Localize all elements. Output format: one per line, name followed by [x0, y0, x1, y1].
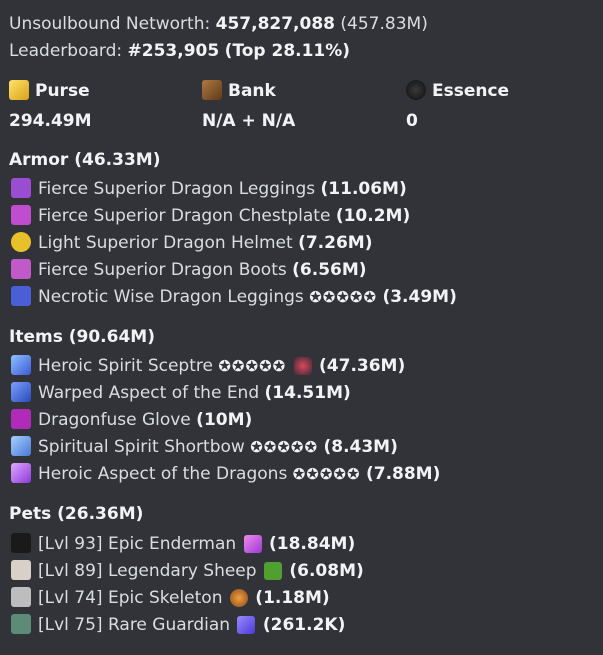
- pet-entry: [Lvl 74] Epic Skeleton (1.18M): [11, 587, 330, 609]
- sword-icon: [11, 382, 31, 402]
- pet-entry: [Lvl 75] Rare Guardian (261.2K): [11, 614, 345, 636]
- armor-header: Armor (46.33M): [9, 150, 161, 170]
- armor-item-name: Fierce Superior Dragon Boots: [38, 260, 287, 280]
- pet-name: [Lvl 75] Rare Guardian: [38, 615, 231, 635]
- armor-item-name: Necrotic Wise Dragon Leggings: [38, 287, 304, 307]
- leaderboard-label: Leaderboard:: [9, 41, 123, 61]
- item-value: (10M): [196, 410, 253, 430]
- networth-short: (457.83M): [340, 14, 428, 34]
- pet-value: (6.08M): [289, 561, 364, 581]
- glove-icon: [11, 409, 31, 429]
- essence-icon: [406, 80, 426, 100]
- item-entry: Warped Aspect of the End (14.51M): [11, 382, 351, 404]
- item-value: (8.43M): [323, 437, 398, 457]
- sword-icon: [11, 463, 31, 483]
- armor-item: Light Superior Dragon Helmet (7.26M): [11, 232, 372, 254]
- pet-value: (18.84M): [269, 534, 356, 554]
- stat-purse-value: 294.49M: [9, 111, 92, 131]
- boots-icon: [11, 259, 31, 279]
- item-name: Warped Aspect of the End: [38, 383, 260, 403]
- sceptre-icon: [11, 355, 31, 375]
- item-name: Dragonfuse Glove: [38, 410, 191, 430]
- armor-item: Fierce Superior Dragon Chestplate (10.2M…: [11, 205, 410, 227]
- pet-name: [Lvl 89] Legendary Sheep: [38, 561, 257, 581]
- item-entry: Heroic Spirit Sceptre ✪✪✪✪✪ (47.36M): [11, 355, 405, 377]
- armor-item-value: (7.26M): [298, 233, 373, 253]
- item-entry: Spiritual Spirit Shortbow ✪✪✪✪✪ (8.43M): [11, 436, 398, 458]
- chest-icon: [202, 80, 222, 100]
- stat-bank: Bank: [202, 80, 276, 102]
- item-value: (14.51M): [264, 383, 351, 403]
- armor-item: Necrotic Wise Dragon Leggings ✪✪✪✪✪ (3.4…: [11, 286, 457, 308]
- stat-purse-label: Purse: [35, 81, 90, 101]
- armor-item-value: (10.2M): [335, 206, 411, 226]
- held-item-icon: [237, 616, 256, 634]
- item-value: (7.88M): [365, 464, 441, 484]
- gem-icon: [293, 357, 312, 375]
- stat-bank-value: N/A + N/A: [202, 111, 296, 131]
- pets-header: Pets (26.36M): [9, 504, 144, 524]
- held-item-icon: [229, 589, 248, 607]
- items-header: Items (90.64M): [9, 327, 155, 347]
- pet-name: [Lvl 74] Epic Skeleton: [38, 588, 223, 608]
- armor-item-value: (11.06M): [320, 179, 407, 199]
- held-item-icon: [263, 562, 282, 580]
- stat-bank-label: Bank: [228, 81, 276, 101]
- item-name: Spiritual Spirit Shortbow: [38, 437, 245, 457]
- item-value: (47.36M): [319, 356, 406, 376]
- armor-item-name: Fierce Superior Dragon Chestplate: [38, 206, 331, 226]
- pet-value: (1.18M): [255, 588, 330, 608]
- leaderboard-top: (Top 28.11%): [224, 41, 351, 61]
- armor-item-value: (6.56M): [292, 260, 367, 280]
- enderman-icon: [11, 533, 31, 553]
- item-name: Heroic Aspect of the Dragons: [38, 464, 288, 484]
- pet-entry: [Lvl 93] Epic Enderman (18.84M): [11, 533, 355, 555]
- leggings-icon: [11, 286, 31, 306]
- held-item-icon: [243, 535, 262, 553]
- item-name: Heroic Spirit Sceptre: [38, 356, 213, 376]
- networth-value: 457,827,088: [215, 14, 335, 34]
- stat-essence: Essence: [406, 80, 509, 102]
- item-entry: Dragonfuse Glove (10M): [11, 409, 252, 431]
- leaderboard-rank: #253,905: [127, 41, 220, 61]
- stat-essence-value: 0: [406, 111, 418, 131]
- armor-item-name: Fierce Superior Dragon Leggings: [38, 179, 316, 199]
- armor-item-name: Light Superior Dragon Helmet: [38, 233, 293, 253]
- pet-entry: [Lvl 89] Legendary Sheep (6.08M): [11, 560, 364, 582]
- stat-essence-label: Essence: [432, 81, 510, 101]
- guardian-icon: [11, 614, 31, 634]
- sheep-icon: [11, 560, 31, 580]
- armor-item: Fierce Superior Dragon Leggings (11.06M): [11, 178, 407, 200]
- skeleton-icon: [11, 587, 31, 607]
- star-rating: ✪✪✪✪✪: [292, 465, 361, 483]
- pet-value: (261.2K): [262, 615, 346, 635]
- networth-label: Unsoulbound Networth:: [9, 14, 211, 34]
- armor-item: Fierce Superior Dragon Boots (6.56M): [11, 259, 367, 281]
- chestplate-icon: [11, 205, 31, 225]
- helmet-icon: [11, 232, 31, 252]
- star-rating: ✪✪✪✪✪: [218, 357, 287, 375]
- gold-ingot-icon: [9, 80, 29, 100]
- networth-line: Unsoulbound Networth: 457,827,088 (457.8…: [9, 13, 428, 35]
- star-rating: ✪✪✪✪✪: [309, 288, 378, 306]
- bow-icon: [11, 436, 31, 456]
- armor-item-value: (3.49M): [382, 287, 457, 307]
- pet-name: [Lvl 93] Epic Enderman: [38, 534, 237, 554]
- star-rating: ✪✪✪✪✪: [250, 438, 319, 456]
- leggings-icon: [11, 178, 31, 198]
- stat-purse: Purse: [9, 80, 90, 102]
- item-entry: Heroic Aspect of the Dragons ✪✪✪✪✪ (7.88…: [11, 463, 440, 485]
- networth-embed: Unsoulbound Networth: 457,827,088 (457.8…: [0, 0, 603, 655]
- leaderboard-line: Leaderboard: #253,905 (Top 28.11%): [9, 40, 350, 62]
